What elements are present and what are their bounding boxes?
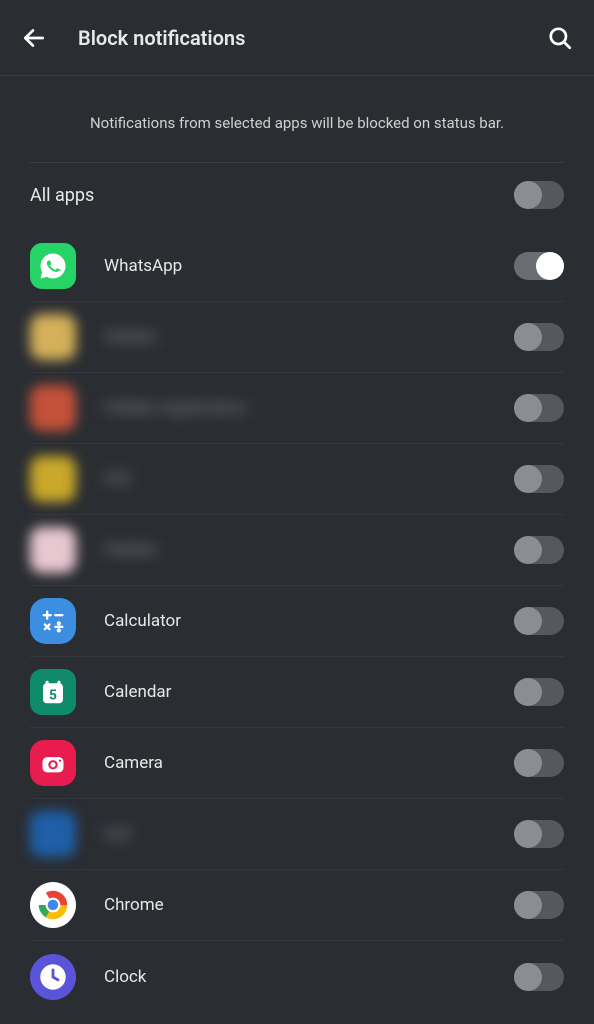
toggle-knob <box>514 536 542 564</box>
arrow-left-icon <box>21 25 47 51</box>
toggle-knob <box>514 607 542 635</box>
header: Block notifications <box>0 0 594 76</box>
toggle-knob <box>514 678 542 706</box>
svg-text:5: 5 <box>49 688 57 704</box>
all-apps-row: All apps <box>0 163 594 231</box>
app-toggle[interactable] <box>514 465 564 493</box>
app-row: Hid <box>30 799 564 870</box>
app-row: Hidden Application <box>30 373 564 444</box>
app-name-label: Hid <box>104 824 514 844</box>
toggle-knob <box>536 252 564 280</box>
all-apps-label: All apps <box>30 185 514 206</box>
app-row: Clock <box>30 941 564 1012</box>
clock-icon <box>30 954 76 1000</box>
app-row: Camera <box>30 728 564 799</box>
page-title: Block notifications <box>78 26 546 50</box>
toggle-knob <box>514 820 542 848</box>
toggle-knob <box>514 749 542 777</box>
app-toggle[interactable] <box>514 252 564 280</box>
app-name-label: Hid <box>104 469 514 489</box>
camera-icon <box>30 740 76 786</box>
description-text: Notifications from selected apps will be… <box>0 76 594 162</box>
toggle-knob <box>514 181 542 209</box>
app-list: WhatsApp Hidden Hidden Application Hid Hidde… <box>0 231 594 1012</box>
app-row: Hidden <box>30 302 564 373</box>
calendar-icon: 5 <box>30 669 76 715</box>
app-toggle[interactable] <box>514 607 564 635</box>
back-button[interactable] <box>20 24 48 52</box>
app-row: Hidden <box>30 515 564 586</box>
app-name-label: Hidden <box>104 540 514 560</box>
app-toggle[interactable] <box>514 963 564 991</box>
blur1-icon <box>30 314 76 360</box>
app-row: Hid <box>30 444 564 515</box>
app-name-label: Chrome <box>104 895 514 915</box>
app-toggle[interactable] <box>514 536 564 564</box>
app-name-label: Calculator <box>104 611 514 631</box>
app-name-label: Camera <box>104 753 514 773</box>
app-name-label: WhatsApp <box>104 256 514 276</box>
app-toggle[interactable] <box>514 820 564 848</box>
calculator-icon <box>30 598 76 644</box>
app-name-label: Hidden Application <box>104 398 514 418</box>
toggle-knob <box>514 963 542 991</box>
blur3-icon <box>30 456 76 502</box>
app-row: WhatsApp <box>30 231 564 302</box>
whatsapp-icon <box>30 243 76 289</box>
app-toggle[interactable] <box>514 678 564 706</box>
app-name-label: Calendar <box>104 682 514 702</box>
toggle-knob <box>514 394 542 422</box>
app-toggle[interactable] <box>514 891 564 919</box>
toggle-knob <box>514 891 542 919</box>
app-name-label: Clock <box>104 967 514 987</box>
toggle-knob <box>514 323 542 351</box>
app-toggle[interactable] <box>514 394 564 422</box>
blur2-icon <box>30 385 76 431</box>
app-toggle[interactable] <box>514 323 564 351</box>
app-name-label: Hidden <box>104 327 514 347</box>
all-apps-toggle[interactable] <box>514 181 564 209</box>
app-toggle[interactable] <box>514 749 564 777</box>
app-row: Chrome <box>30 870 564 941</box>
chrome-icon <box>30 882 76 928</box>
blur5-icon <box>30 811 76 857</box>
app-row: Calculator <box>30 586 564 657</box>
blur4-icon <box>30 527 76 573</box>
search-button[interactable] <box>546 24 574 52</box>
app-row: 5 Calendar <box>30 657 564 728</box>
toggle-knob <box>514 465 542 493</box>
search-icon <box>547 25 573 51</box>
